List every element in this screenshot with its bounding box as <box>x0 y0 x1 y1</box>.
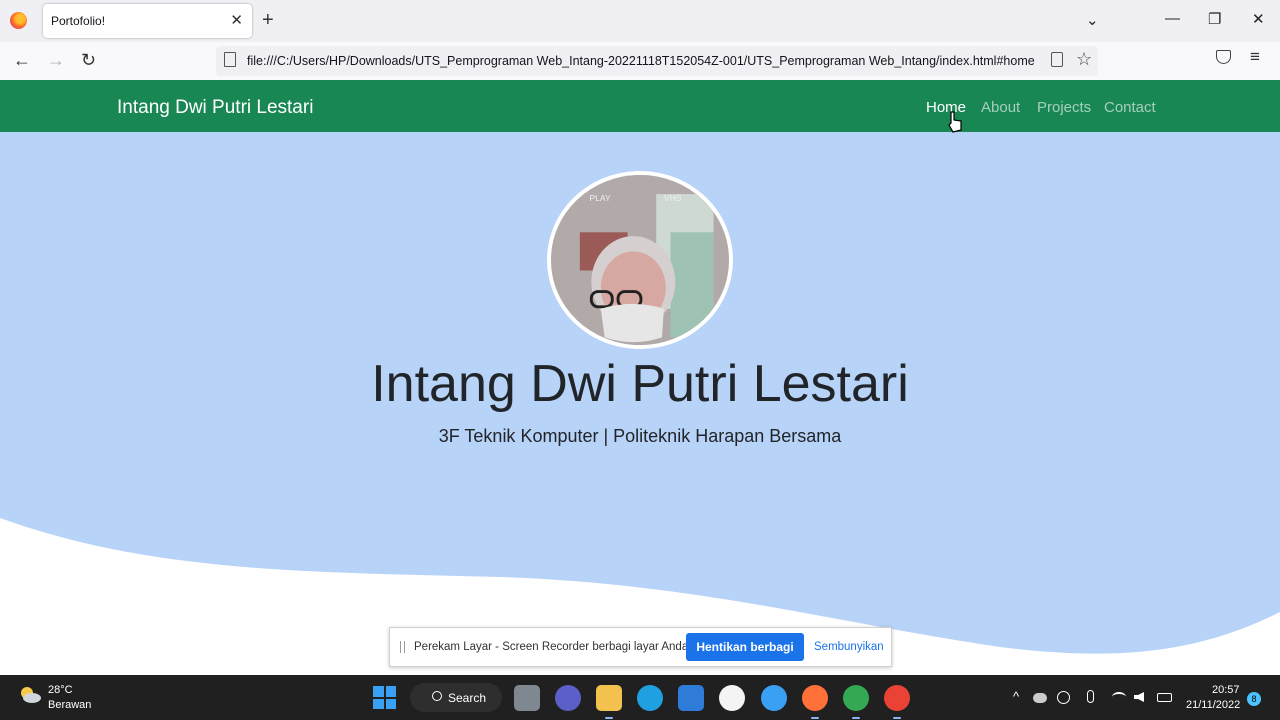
taskbar: 28°C Berawan Search ^ 20:57 21/11/2022 8 <box>0 675 1280 720</box>
address-bar[interactable]: file:///C:/Users/HP/Downloads/UTS_Pempro… <box>216 46 1098 76</box>
hero-subtitle: 3F Teknik Komputer | Politeknik Harapan … <box>438 426 842 446</box>
reader-view-icon[interactable] <box>1051 52 1063 67</box>
back-button[interactable]: ← <box>13 49 31 71</box>
clock-date[interactable]: 21/11/2022 <box>1186 699 1240 711</box>
site-navbar: Intang Dwi Putri Lestari Home About Proj… <box>0 80 1280 132</box>
microphone-icon[interactable] <box>1087 690 1094 703</box>
taskbar-search-button[interactable]: Search <box>410 683 502 712</box>
volume-icon[interactable] <box>1134 692 1144 702</box>
site-brand[interactable]: Intang Dwi Putri Lestari <box>117 97 313 119</box>
stop-sharing-button[interactable]: Hentikan berbagi <box>686 633 804 661</box>
close-window-button[interactable]: ✕ <box>1252 10 1265 28</box>
search-icon <box>432 691 442 701</box>
windows-start-icon[interactable] <box>373 686 396 709</box>
screen-share-bar: Perekam Layar - Screen Recorder berbagi … <box>389 627 892 667</box>
nav-link-projects[interactable]: Projects <box>1037 99 1091 116</box>
hide-button[interactable]: Sembunyikan <box>814 641 884 653</box>
hand-cursor-icon <box>948 111 962 133</box>
weather-description: Berawan <box>48 699 92 711</box>
sync-icon[interactable] <box>1057 691 1070 704</box>
screen-share-message: Perekam Layar - Screen Recorder berbagi … <box>414 641 692 653</box>
tray-overflow-chevron-icon[interactable]: ^ <box>1013 689 1019 704</box>
nav-link-contact[interactable]: Contact <box>1104 99 1156 116</box>
tab-title: Portofolio! <box>51 14 106 28</box>
file-icon <box>224 52 236 67</box>
chrome-profile-icon[interactable] <box>843 685 869 711</box>
help-app-icon[interactable] <box>761 685 787 711</box>
bookmark-star-icon[interactable]: ☆ <box>1076 49 1092 70</box>
file-explorer-active-indicator <box>605 717 613 719</box>
profile-photo: PLAY VHS <box>547 171 733 349</box>
chrome-active-indicator <box>893 717 901 719</box>
firefox-active-indicator <box>811 717 819 719</box>
browser-tab-strip: Portofolio! ✕ + ⌄ — ❐ ✕ <box>0 0 1280 42</box>
weather-cloudy-icon[interactable] <box>18 685 42 705</box>
tab-portofolio[interactable]: Portofolio! ✕ <box>43 4 252 38</box>
forward-button[interactable]: → <box>47 49 65 71</box>
chrome-icon[interactable] <box>884 685 910 711</box>
chrome-profile-active-indicator <box>852 717 860 719</box>
tab-close-icon[interactable]: ✕ <box>230 11 243 29</box>
search-label: Search <box>448 691 487 705</box>
drag-handle-icon[interactable] <box>400 641 405 653</box>
firefox-logo-icon <box>10 12 27 29</box>
notification-badge[interactable]: 8 <box>1247 692 1261 706</box>
edge-browser-icon[interactable] <box>637 685 663 711</box>
microsoft-store-icon[interactable] <box>678 685 704 711</box>
battery-icon[interactable] <box>1157 693 1172 702</box>
task-view-icon[interactable] <box>514 685 540 711</box>
teams-chat-icon[interactable] <box>555 685 581 711</box>
tab-list-chevron-icon[interactable]: ⌄ <box>1086 11 1099 29</box>
photo-overlay-vhs: VHS <box>664 193 682 203</box>
photo-overlay-play: PLAY <box>589 193 611 203</box>
nav-link-about[interactable]: About <box>981 99 1020 116</box>
browser-toolbar: ← → ↻ file:///C:/Users/HP/Downloads/UTS_… <box>0 42 1280 80</box>
minimize-button[interactable]: — <box>1165 10 1180 27</box>
url-text[interactable]: file:///C:/Users/HP/Downloads/UTS_Pempro… <box>247 54 1059 68</box>
reload-button[interactable]: ↻ <box>81 49 96 71</box>
file-explorer-icon[interactable] <box>596 685 622 711</box>
profile-photo-image: PLAY VHS <box>551 175 729 345</box>
app-icon[interactable] <box>719 685 745 711</box>
firefox-taskbar-icon[interactable] <box>802 685 828 711</box>
restore-button[interactable]: ❐ <box>1208 10 1221 28</box>
weather-temperature: 28°C <box>48 684 73 696</box>
onedrive-icon[interactable] <box>1033 693 1047 703</box>
hero-name-heading: Intang Dwi Putri Lestari <box>371 355 909 413</box>
clock-time[interactable]: 20:57 <box>1212 684 1240 696</box>
hero-section: PLAY VHS Intang Dwi Putri Lestari 3F Tek… <box>0 132 1280 675</box>
wifi-icon[interactable] <box>1112 692 1126 702</box>
new-tab-button[interactable]: + <box>262 8 274 32</box>
menu-icon[interactable]: ≡ <box>1250 47 1260 67</box>
